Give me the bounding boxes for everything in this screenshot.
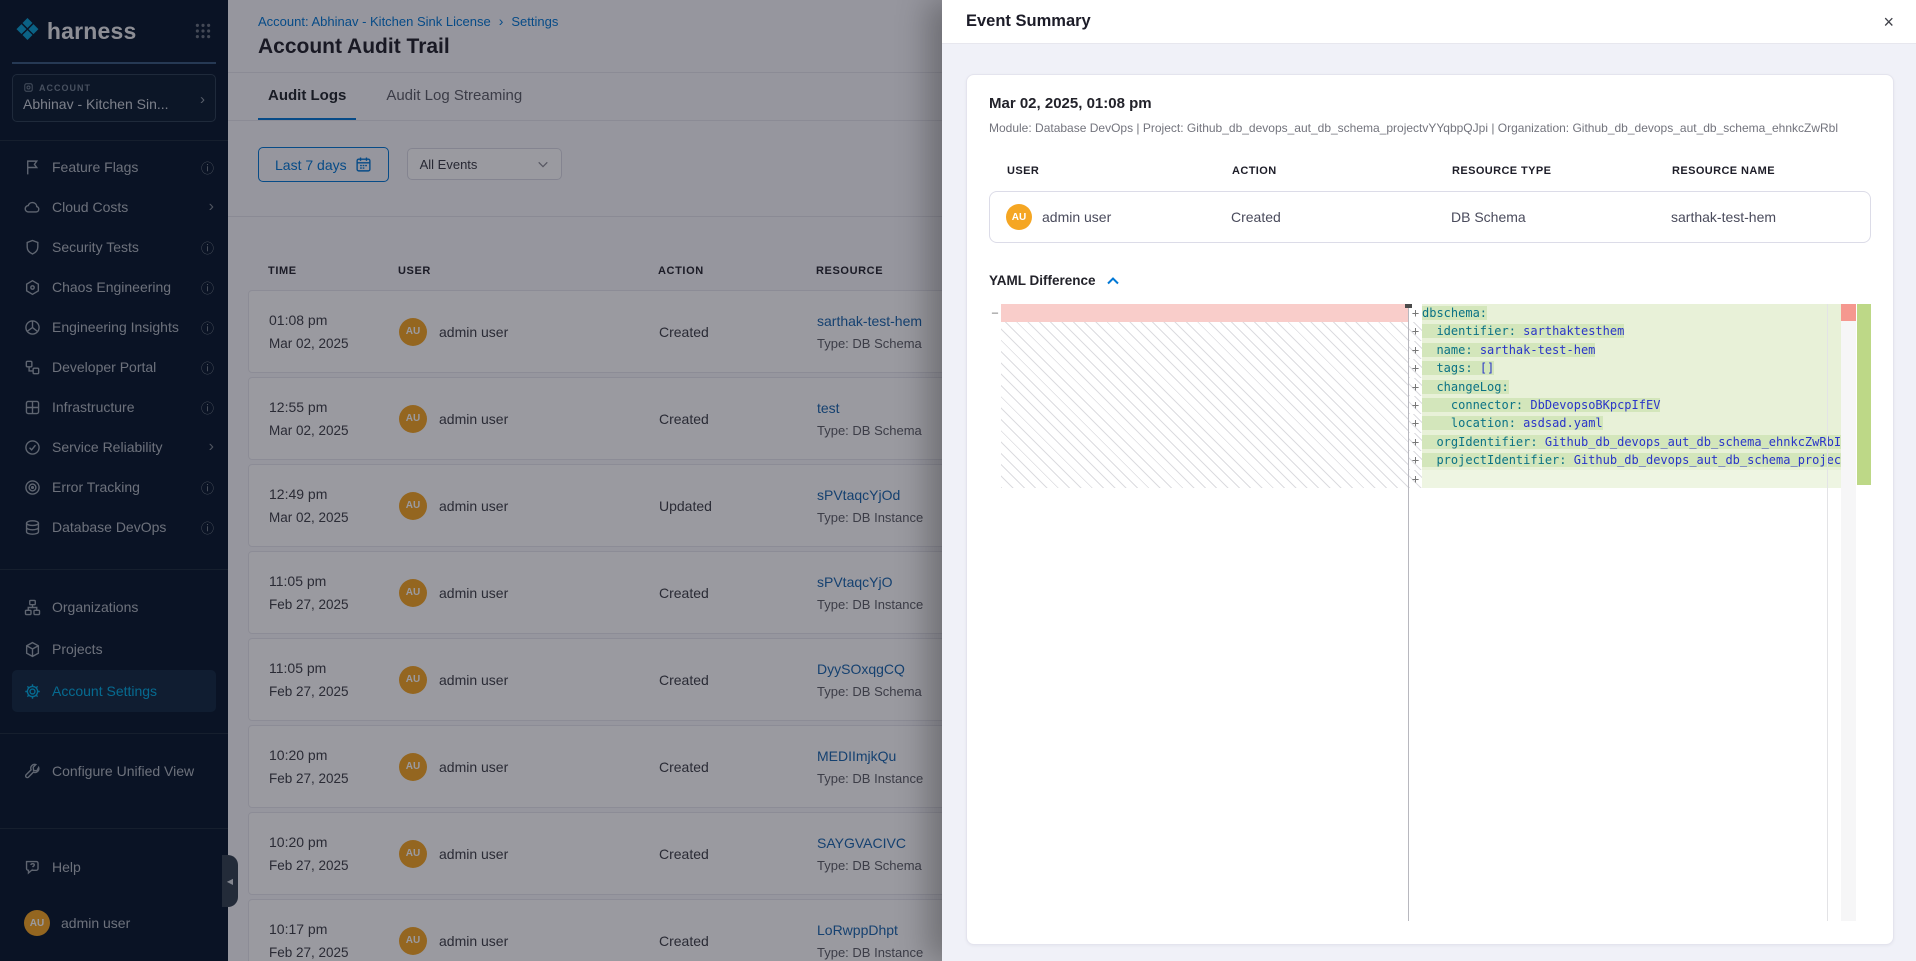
event-timestamp: Mar 02, 2025, 01:08 pm	[989, 95, 1871, 112]
event-table-row: AU admin user Created DB Schema sarthak-…	[989, 191, 1871, 243]
diff-added-pane: +dbschema:+ identifier: sarthaktesthem+ …	[1409, 304, 1841, 921]
diff-added-line: + identifier: sarthaktesthem	[1409, 322, 1841, 340]
plus-icon: +	[1409, 451, 1422, 469]
diff-line-band: name: sarthak-test-hem	[1422, 341, 1841, 359]
diff-removed-line	[1001, 304, 1408, 322]
plus-icon: +	[1409, 433, 1422, 451]
overview-track	[1841, 304, 1856, 921]
diff-added-line: +	[1409, 470, 1841, 488]
diff-line-band: projectIdentifier: Github_db_devops_aut_…	[1422, 451, 1841, 469]
collapse-chevron-up-icon	[1106, 276, 1120, 286]
yaml-key: connector:	[1451, 398, 1523, 412]
yaml-value: asdsad.yaml	[1523, 416, 1602, 430]
overview-added-marker	[1857, 304, 1871, 485]
yaml-key: identifier:	[1436, 324, 1515, 338]
yaml-value: sarthak-test-hem	[1480, 343, 1596, 357]
diff-right-lines: +dbschema:+ identifier: sarthaktesthem+ …	[1409, 304, 1841, 488]
diff-added-line: + connector: DbDevopsoBKpcpIfEV	[1409, 396, 1841, 414]
diff-added-line: + name: sarthak-test-hem	[1409, 341, 1841, 359]
avatar: AU	[1006, 204, 1032, 230]
diff-added-line: + changeLog:	[1409, 378, 1841, 396]
user-name: admin user	[1042, 209, 1111, 225]
diff-removed-pane: −	[989, 304, 1409, 921]
event-action: Created	[1231, 209, 1451, 225]
diff-added-line: + projectIdentifier: Github_db_devops_au…	[1409, 451, 1841, 469]
column-header-action: ACTION	[1232, 165, 1452, 177]
diff-added-line: + orgIdentifier: Github_db_devops_aut_db…	[1409, 433, 1841, 451]
yaml-key: orgIdentifier:	[1436, 435, 1537, 449]
yaml-difference-toggle[interactable]: YAML Difference	[989, 273, 1871, 288]
diff-line-band: location: asdsad.yaml	[1422, 414, 1841, 432]
diff-empty-hatch	[1001, 322, 1408, 488]
diff-line-band: identifier: sarthaktesthem	[1422, 322, 1841, 340]
diff-added-line: + location: asdsad.yaml	[1409, 414, 1841, 432]
drawer-title: Event Summary	[966, 12, 1091, 31]
plus-icon: +	[1409, 396, 1422, 414]
plus-icon: +	[1409, 359, 1422, 377]
event-context: Module: Database DevOps | Project: Githu…	[989, 121, 1871, 135]
diff-line-band: connector: DbDevopsoBKpcpIfEV	[1422, 396, 1841, 414]
yaml-difference-label: YAML Difference	[989, 273, 1096, 288]
event-resource-name: sarthak-test-hem	[1671, 209, 1854, 225]
yaml-value: sarthaktesthem	[1523, 324, 1624, 338]
yaml-value: []	[1480, 361, 1494, 375]
event-resource-type: DB Schema	[1451, 209, 1671, 225]
yaml-diff-viewer: − +dbschema:+ identifier: sarthaktesthem…	[989, 304, 1871, 921]
yaml-key: dbschema:	[1422, 306, 1487, 320]
yaml-key: tags:	[1436, 361, 1472, 375]
event-summary-drawer: Event Summary × Mar 02, 2025, 01:08 pm M…	[942, 0, 1916, 961]
yaml-key: location:	[1451, 416, 1516, 430]
yaml-key: changeLog:	[1436, 380, 1508, 394]
diff-line-band: tags: []	[1422, 359, 1841, 377]
editor-margin-ruler	[1827, 304, 1828, 921]
event-table-header: USER ACTION RESOURCE TYPE RESOURCE NAME	[989, 165, 1871, 177]
diff-pane-handle	[1405, 304, 1412, 308]
overview-removed-marker	[1841, 304, 1856, 321]
column-header-resource-name: RESOURCE NAME	[1672, 165, 1853, 177]
diff-line-band: changeLog:	[1422, 378, 1841, 396]
close-icon[interactable]: ×	[1883, 13, 1894, 31]
drawer-body: Mar 02, 2025, 01:08 pm Module: Database …	[942, 44, 1916, 961]
diff-removed-body	[1001, 304, 1408, 921]
column-header-user: USER	[1007, 165, 1232, 177]
plus-icon: +	[1409, 378, 1422, 396]
yaml-key: projectIdentifier:	[1436, 453, 1566, 467]
minus-icon: −	[991, 306, 998, 320]
diff-line-band: orgIdentifier: Github_db_devops_aut_db_s…	[1422, 433, 1841, 451]
diff-line-band: dbschema:	[1422, 304, 1841, 322]
plus-icon: +	[1409, 470, 1422, 488]
diff-removed-gutter: −	[989, 304, 1001, 921]
plus-icon: +	[1409, 414, 1422, 432]
yaml-key: name:	[1436, 343, 1472, 357]
plus-icon: +	[1409, 322, 1422, 340]
diff-added-line: + tags: []	[1409, 359, 1841, 377]
drawer-header: Event Summary ×	[942, 0, 1916, 44]
event-user-cell: AU admin user	[1006, 204, 1231, 230]
diff-overview-ruler[interactable]	[1841, 304, 1871, 921]
yaml-value: Github_db_devops_aut_db_schema_projectvY…	[1574, 453, 1841, 467]
diff-line-band	[1422, 470, 1841, 488]
plus-icon: +	[1409, 341, 1422, 359]
diff-added-line: +dbschema:	[1409, 304, 1841, 322]
yaml-value: DbDevopsoBKpcpIfEV	[1530, 398, 1660, 412]
event-card: Mar 02, 2025, 01:08 pm Module: Database …	[966, 74, 1894, 945]
yaml-value: Github_db_devops_aut_db_schema_ehnkcZwRb…	[1545, 435, 1841, 449]
column-header-resource-type: RESOURCE TYPE	[1452, 165, 1672, 177]
screen: ❖ harness ACCOUNT Abhinav - Kitchen Sin.…	[0, 0, 1916, 961]
